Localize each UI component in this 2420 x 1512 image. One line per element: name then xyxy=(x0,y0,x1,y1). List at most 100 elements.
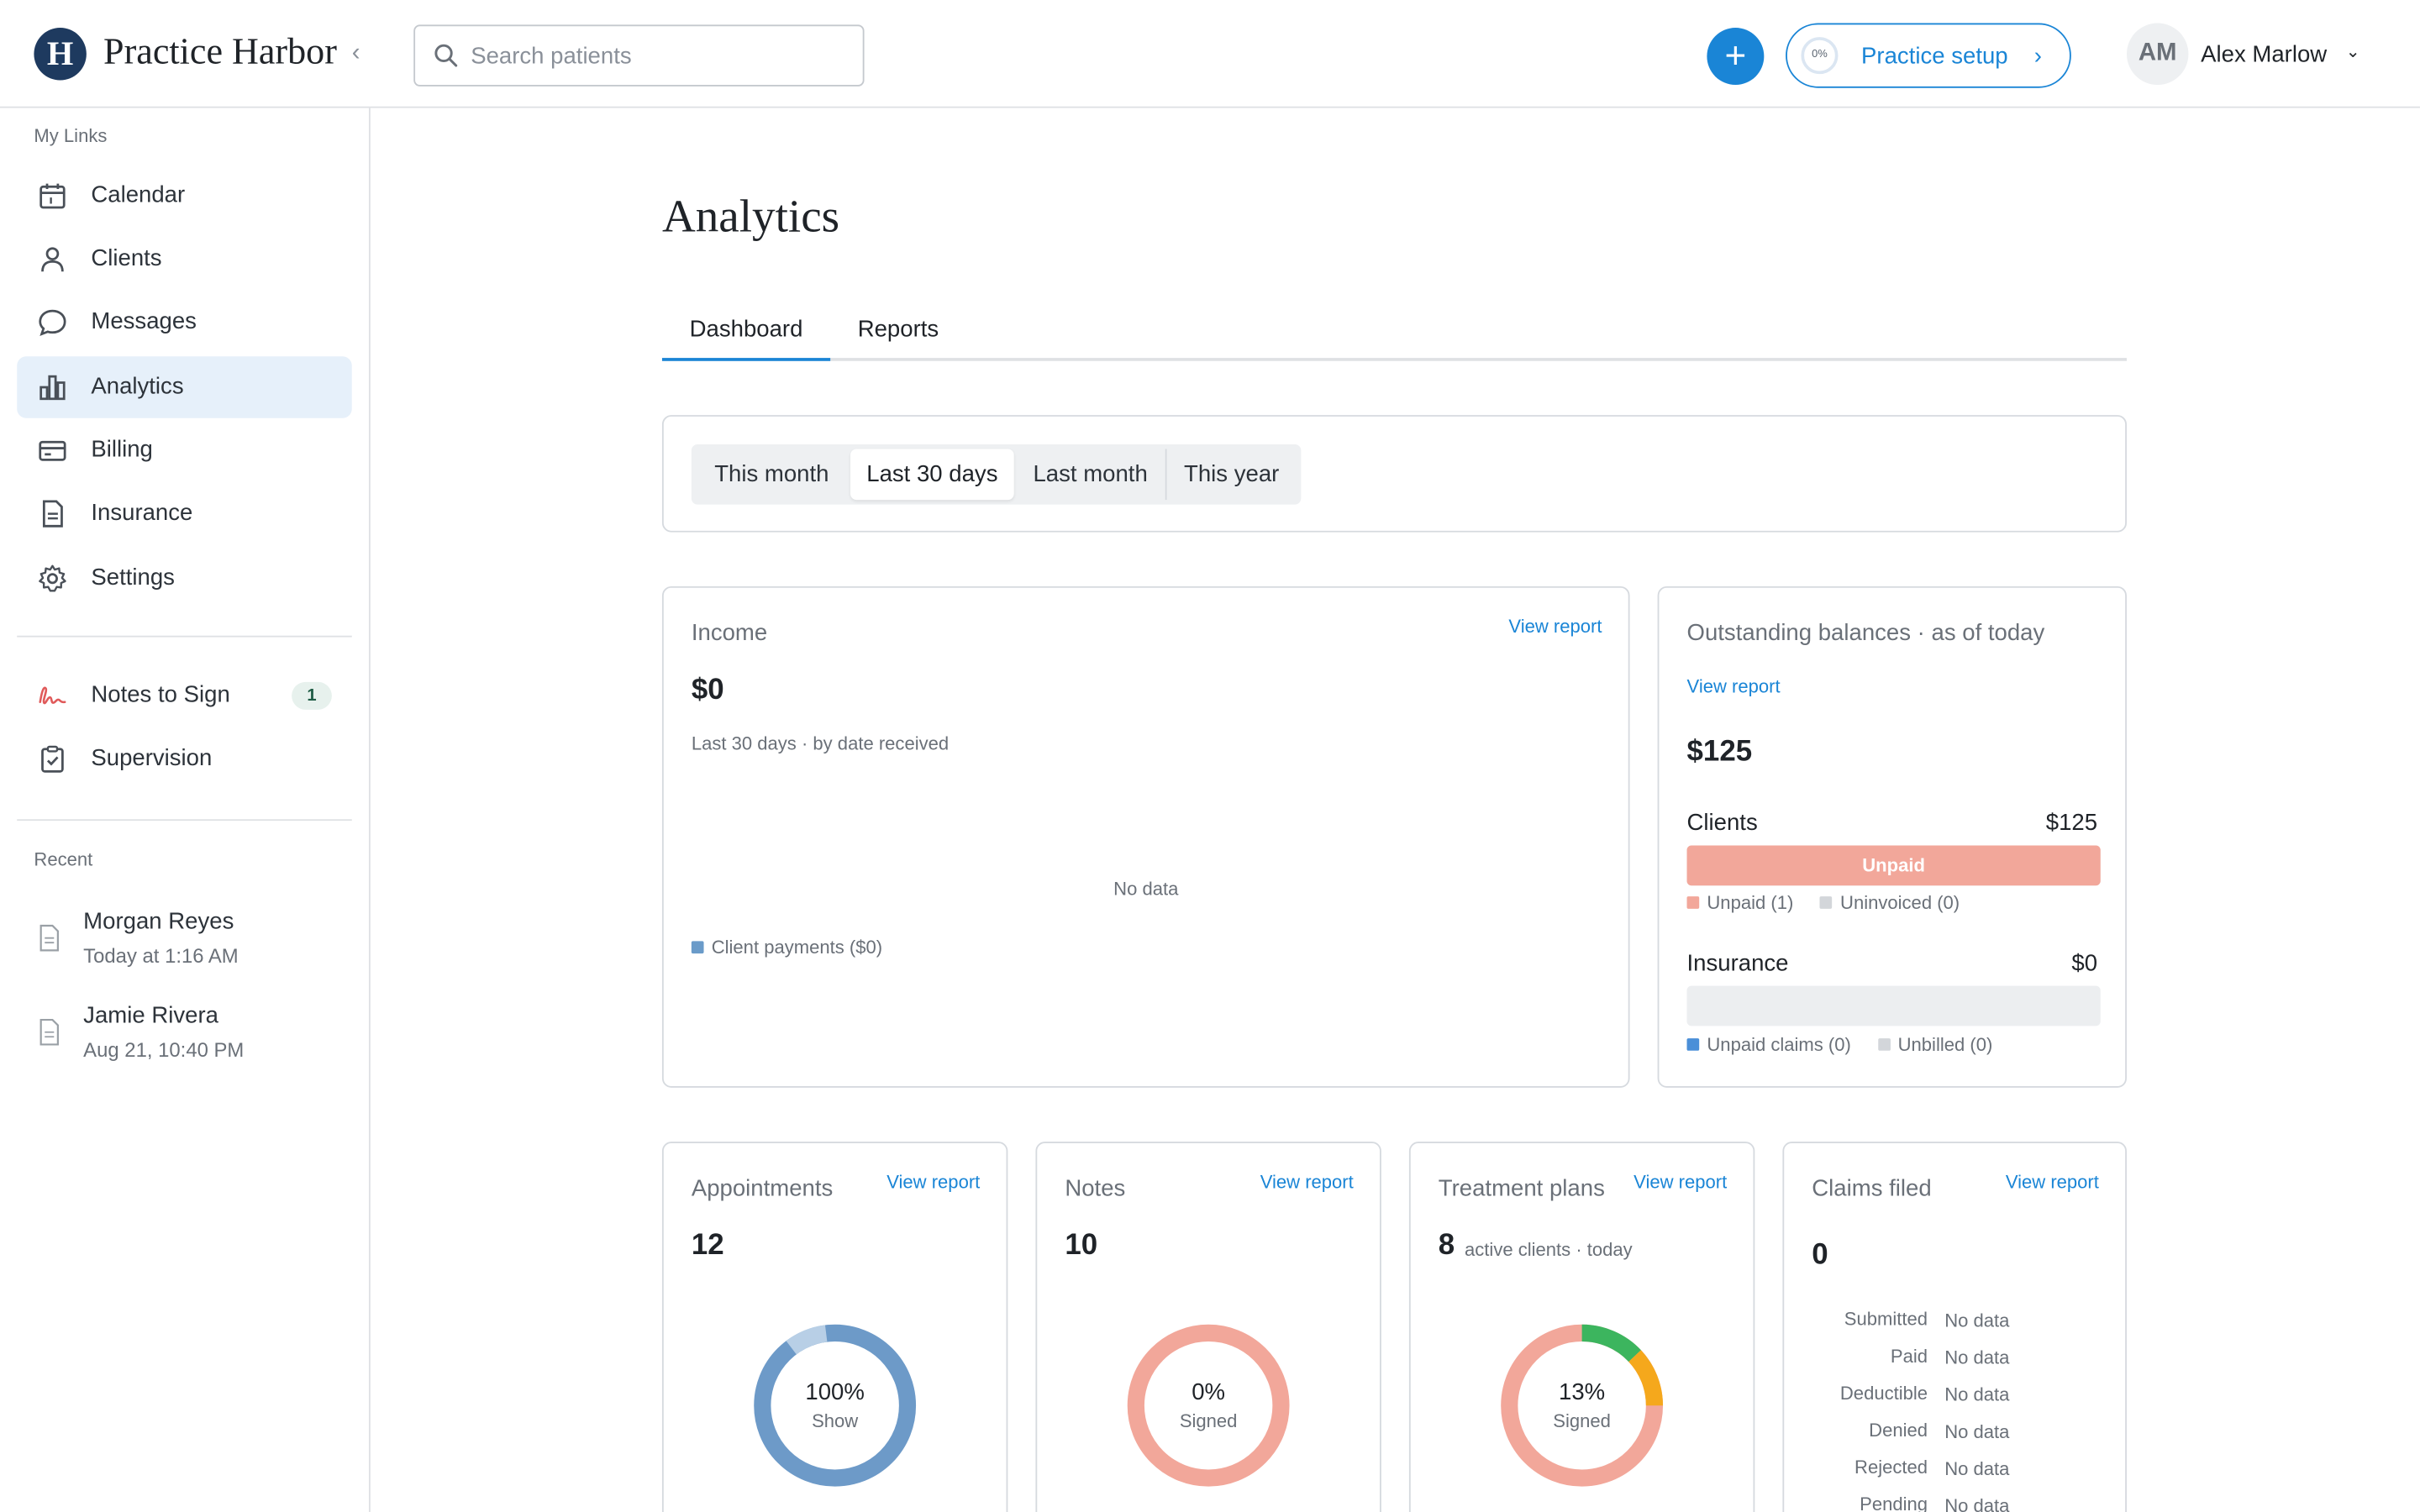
recent-item[interactable]: Jamie Rivera Aug 21, 10:40 PM xyxy=(17,1003,352,1080)
claims-filed-value: 0 xyxy=(1812,1238,1828,1272)
notes-donut: 0% Signed xyxy=(1127,1324,1291,1488)
practice-setup-button[interactable]: 0% Practice setup › xyxy=(1786,23,2071,88)
brand-name[interactable]: Practice Harbor xyxy=(103,33,337,75)
tab-reports[interactable]: Reports xyxy=(830,297,966,360)
legend-swatch xyxy=(1686,1038,1700,1051)
insurance-balance-value: $0 xyxy=(2071,950,2098,977)
sidebar-item-billing[interactable]: Billing xyxy=(17,420,352,481)
income-legend: Client payments ($0) xyxy=(691,937,882,958)
clients-balance-value: $125 xyxy=(2045,810,2098,837)
claims-view-report-link[interactable]: View report xyxy=(2006,1171,2099,1193)
collapse-sidebar-icon[interactable]: ‹ xyxy=(352,40,360,68)
date-range-selector: This month Last 30 days Last month This … xyxy=(691,444,1302,505)
claims-row-label: Denied xyxy=(1869,1419,1928,1441)
person-icon xyxy=(41,247,64,272)
recent-item[interactable]: Morgan Reyes Today at 1:16 AM xyxy=(17,909,352,986)
tab-dashboard[interactable]: Dashboard xyxy=(661,297,831,361)
notes-signed-percent: 0% xyxy=(1192,1379,1226,1406)
outstanding-balances-card: Outstanding balances · as of today View … xyxy=(1657,585,2127,1088)
claims-row-label: Paid xyxy=(1890,1345,1928,1368)
sidebar-item-supervision[interactable]: Supervision xyxy=(17,728,352,790)
claims-row-value: No data xyxy=(1944,1457,2010,1480)
setup-progress-ring: 0% xyxy=(1801,37,1839,75)
practice-setup-label: Practice setup xyxy=(1861,43,2008,70)
appointments-view-report-link[interactable]: View report xyxy=(886,1171,980,1193)
treatment-plans-note: active clients · today xyxy=(1465,1238,1633,1261)
sidebar-divider xyxy=(17,635,352,638)
search-input[interactable] xyxy=(471,26,857,86)
sidebar-item-label: Analytics xyxy=(91,373,184,400)
user-avatar[interactable]: AM xyxy=(2126,23,2189,86)
document-icon xyxy=(39,1018,59,1046)
range-last-30-days[interactable]: Last 30 days xyxy=(850,449,1014,501)
claims-row-label: Pending xyxy=(1860,1493,1928,1512)
notes-view-report-link[interactable]: View report xyxy=(1260,1171,1354,1193)
treatment-plans-view-report-link[interactable]: View report xyxy=(1634,1171,1727,1193)
appointments-show-percent: 100% xyxy=(805,1379,865,1406)
calendar-icon xyxy=(39,183,66,209)
clients-unpaid-fill: Unpaid xyxy=(1686,845,2101,886)
recent-client-name: Jamie Rivera xyxy=(83,1002,218,1030)
treatment-plans-signed-percent: 13% xyxy=(1559,1379,1606,1406)
sidebar-item-label: Settings xyxy=(91,564,175,591)
sidebar-item-label: Supervision xyxy=(91,745,213,772)
legend-label: Unpaid claims (0) xyxy=(1707,1033,1851,1056)
notes-count-badge: 1 xyxy=(292,681,332,710)
claims-row-label: Submitted xyxy=(1844,1308,1928,1331)
sidebar-item-settings[interactable]: Settings xyxy=(17,548,352,609)
user-name[interactable]: Alex Marlow xyxy=(2201,42,2327,68)
logo-letter: H xyxy=(46,34,74,73)
treatment-plans-value: 8 xyxy=(1438,1229,1455,1263)
claims-row-value: No data xyxy=(1944,1347,2010,1369)
income-subtitle: Last 30 days · by date received xyxy=(691,732,950,755)
claims-row-label: Rejected xyxy=(1854,1456,1928,1478)
appointments-show-label: Show xyxy=(812,1410,859,1432)
clipboard-check-icon xyxy=(41,745,64,773)
chevron-down-icon[interactable]: ⌄ xyxy=(2346,42,2360,61)
bar-chart-icon xyxy=(39,375,66,401)
legend-label: Unpaid (1) xyxy=(1707,891,1794,914)
gear-icon xyxy=(39,564,66,592)
sidebar-item-notes-to-sign[interactable]: Notes to Sign 1 xyxy=(17,665,352,727)
sidebar-item-label: Calendar xyxy=(91,181,186,208)
income-value: $0 xyxy=(691,674,724,707)
balances-view-report-link[interactable]: View report xyxy=(1687,675,1781,697)
document-icon xyxy=(42,500,63,528)
sidebar-item-calendar[interactable]: Calendar xyxy=(17,165,352,227)
sidebar-item-clients[interactable]: Clients xyxy=(17,228,352,290)
search-box[interactable] xyxy=(413,24,865,87)
range-this-year[interactable]: This year xyxy=(1167,449,1297,500)
claims-row-value: No data xyxy=(1944,1494,2010,1512)
my-links-heading: My Links xyxy=(34,124,108,147)
sidebar-item-analytics[interactable]: Analytics xyxy=(17,356,352,418)
legend-label: Uninvoiced (0) xyxy=(1840,891,1960,914)
balances-title: Outstanding balances · as of today xyxy=(1686,620,2045,647)
chevron-right-icon: › xyxy=(2033,43,2042,70)
income-view-report-link[interactable]: View report xyxy=(1508,616,1602,638)
search-icon xyxy=(434,44,458,67)
sidebar-divider xyxy=(17,819,352,822)
recent-timestamp: Today at 1:16 AM xyxy=(83,944,239,968)
insurance-balance-label: Insurance xyxy=(1686,950,1789,977)
range-this-month[interactable]: This month xyxy=(696,449,847,500)
claims-filed-title: Claims filed xyxy=(1812,1175,1932,1202)
recent-heading: Recent xyxy=(34,848,93,870)
sidebar-item-messages[interactable]: Messages xyxy=(17,291,352,353)
treatment-plans-signed-label: Signed xyxy=(1553,1410,1611,1432)
practice-harbor-logo[interactable]: H xyxy=(34,28,87,81)
create-new-button[interactable]: + xyxy=(1707,28,1765,86)
appointments-value: 12 xyxy=(691,1229,724,1263)
date-range-card: This month Last 30 days Last month This … xyxy=(661,415,2127,533)
legend-swatch xyxy=(1877,1038,1891,1051)
treatment-plans-card: Treatment plans View report 8 active cli… xyxy=(1408,1142,1755,1512)
balances-value: $125 xyxy=(1686,736,1753,769)
recent-client-name: Morgan Reyes xyxy=(83,908,234,936)
sidebar-item-insurance[interactable]: Insurance xyxy=(17,483,352,544)
treatment-plans-title: Treatment plans xyxy=(1438,1175,1605,1202)
insurance-balance-bar xyxy=(1686,985,2101,1026)
sidebar-item-label: Notes to Sign xyxy=(91,681,230,709)
chat-icon xyxy=(39,309,66,336)
range-last-month[interactable]: Last month xyxy=(1017,449,1163,500)
sidebar-item-label: Messages xyxy=(91,308,197,335)
analytics-tabs: Dashboard Reports xyxy=(661,297,2127,361)
